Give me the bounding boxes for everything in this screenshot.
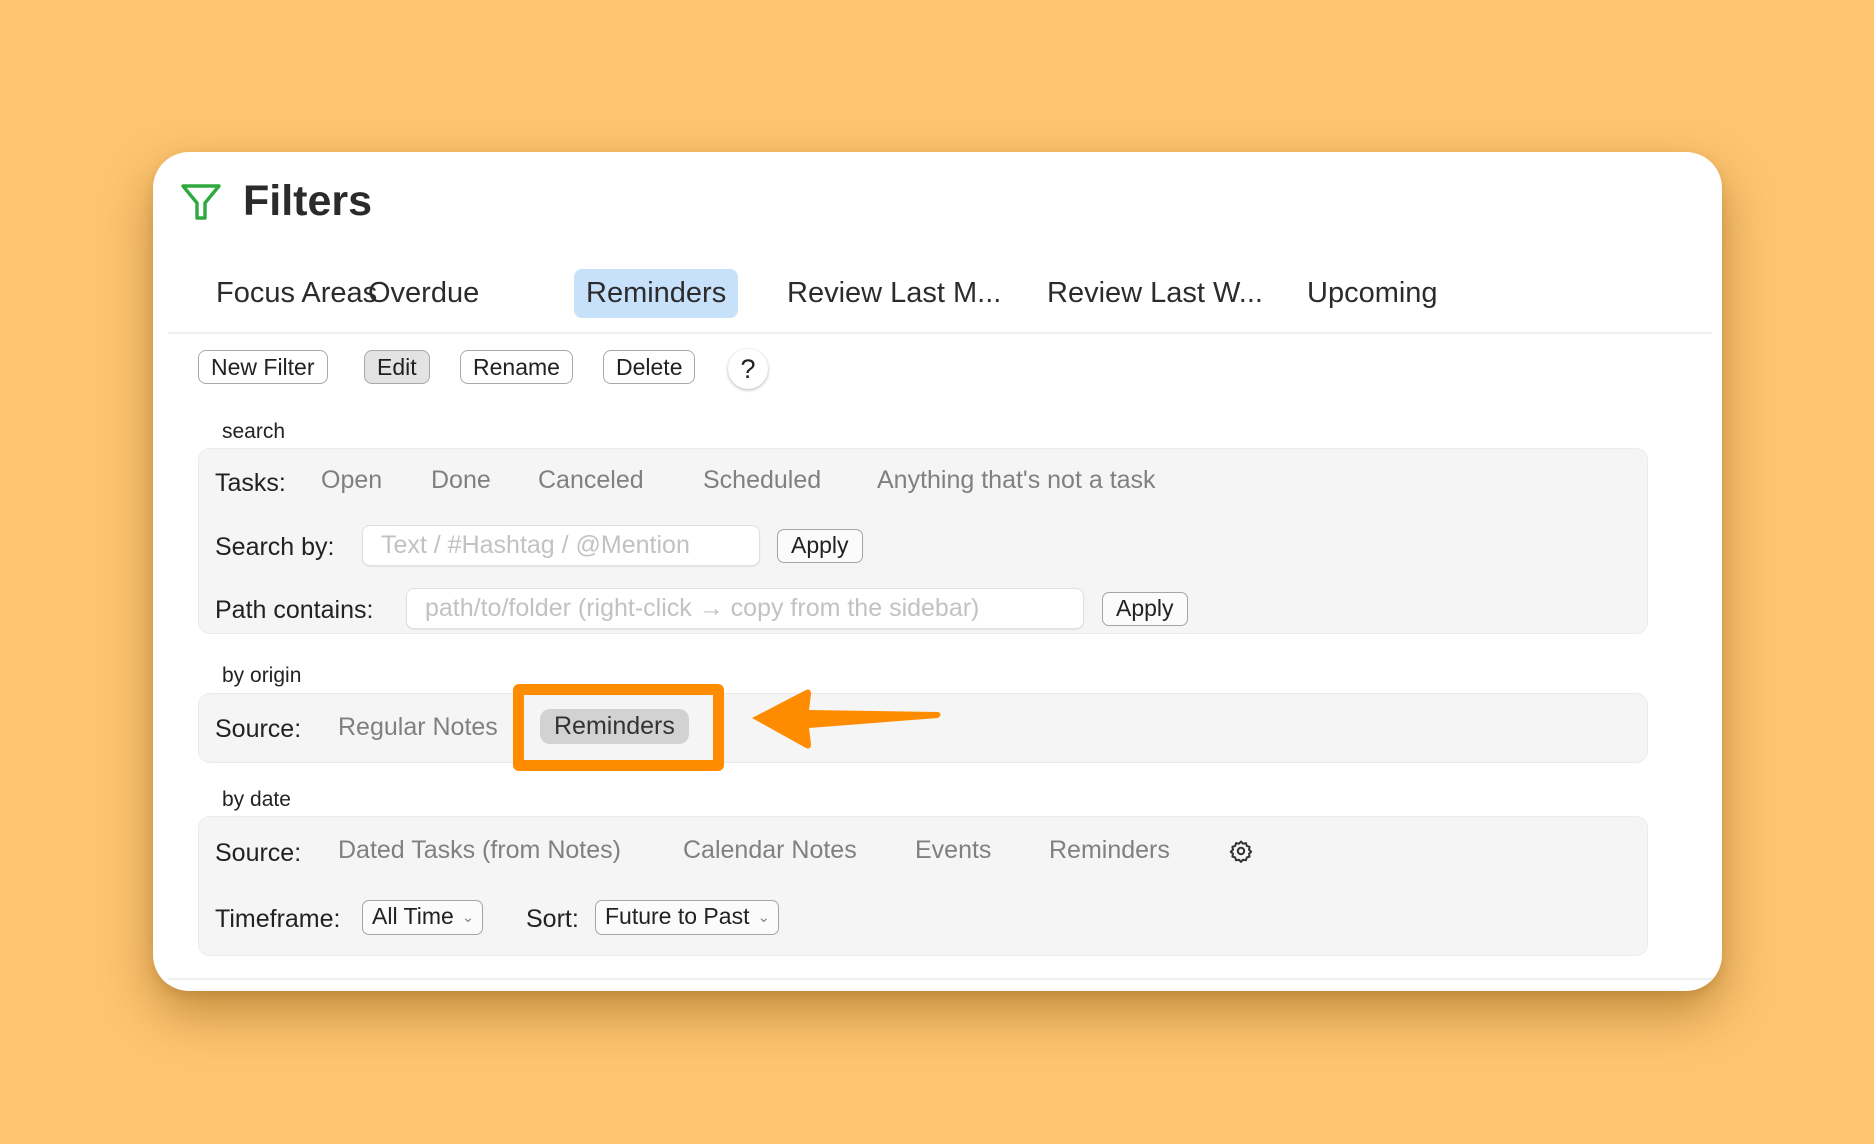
- page-title: Filters: [243, 177, 373, 225]
- chevron-down-icon: ⌄: [461, 909, 475, 926]
- help-button[interactable]: ?: [728, 349, 768, 389]
- gear-icon[interactable]: [1229, 839, 1253, 863]
- timeframe-label: Timeframe:: [215, 905, 341, 933]
- date-source-label: Source:: [215, 839, 302, 867]
- origin-option-regular-notes[interactable]: Regular Notes: [338, 713, 498, 742]
- task-option-not-a-task[interactable]: Anything that's not a task: [877, 466, 1156, 495]
- tab-review-last-month[interactable]: Review Last M...: [775, 269, 1013, 318]
- sort-label: Sort:: [526, 905, 579, 933]
- tab-reminders[interactable]: Reminders: [574, 269, 739, 318]
- tab-upcoming[interactable]: Upcoming: [1295, 269, 1450, 318]
- date-option-reminders[interactable]: Reminders: [1049, 836, 1170, 865]
- origin-option-reminders[interactable]: Reminders: [540, 709, 689, 744]
- origin-source-label: Source:: [215, 715, 302, 743]
- search-apply-button[interactable]: Apply: [777, 529, 863, 563]
- date-option-calendar-notes[interactable]: Calendar Notes: [683, 836, 857, 865]
- timeframe-select[interactable]: All Time ⌄: [362, 900, 484, 935]
- filters-window: Filters Focus Areas Overdue Reminders Re…: [153, 152, 1722, 991]
- tasks-label: Tasks:: [215, 469, 286, 497]
- sort-select[interactable]: Future to Past ⌄: [595, 900, 780, 935]
- annotation-arrow-icon: [752, 689, 941, 749]
- rename-button[interactable]: Rename: [460, 350, 573, 384]
- date-option-dated-tasks[interactable]: Dated Tasks (from Notes): [338, 836, 621, 865]
- tab-overdue[interactable]: Overdue: [356, 269, 491, 318]
- new-filter-button[interactable]: New Filter: [198, 350, 328, 384]
- edit-button[interactable]: Edit: [364, 350, 430, 384]
- tab-review-last-week[interactable]: Review Last W...: [1035, 269, 1275, 318]
- delete-button[interactable]: Delete: [603, 350, 696, 384]
- task-option-scheduled[interactable]: Scheduled: [703, 466, 821, 495]
- search-by-label: Search by:: [215, 533, 335, 561]
- timeframe-value: All Time: [372, 903, 454, 929]
- task-option-done[interactable]: Done: [431, 466, 491, 495]
- search-by-input[interactable]: [362, 525, 760, 566]
- search-panel: Tasks: Open Done Canceled Scheduled Anyt…: [198, 448, 1648, 634]
- task-option-open[interactable]: Open: [321, 466, 382, 495]
- path-apply-button[interactable]: Apply: [1102, 592, 1188, 626]
- task-option-canceled[interactable]: Canceled: [538, 466, 644, 495]
- sort-value: Future to Past: [605, 903, 750, 929]
- chevron-down-icon: ⌄: [757, 909, 771, 926]
- section-label-by-date: by date: [222, 788, 291, 811]
- path-contains-input[interactable]: [406, 588, 1084, 629]
- tab-divider: [168, 332, 1712, 334]
- section-label-search: search: [222, 420, 286, 443]
- section-label-by-origin: by origin: [222, 664, 302, 687]
- date-option-events[interactable]: Events: [915, 836, 991, 865]
- filter-funnel-icon: [181, 184, 221, 220]
- bottom-divider: [168, 978, 1712, 980]
- path-contains-label: Path contains:: [215, 596, 374, 624]
- date-panel: Source: Dated Tasks (from Notes) Calenda…: [198, 816, 1648, 956]
